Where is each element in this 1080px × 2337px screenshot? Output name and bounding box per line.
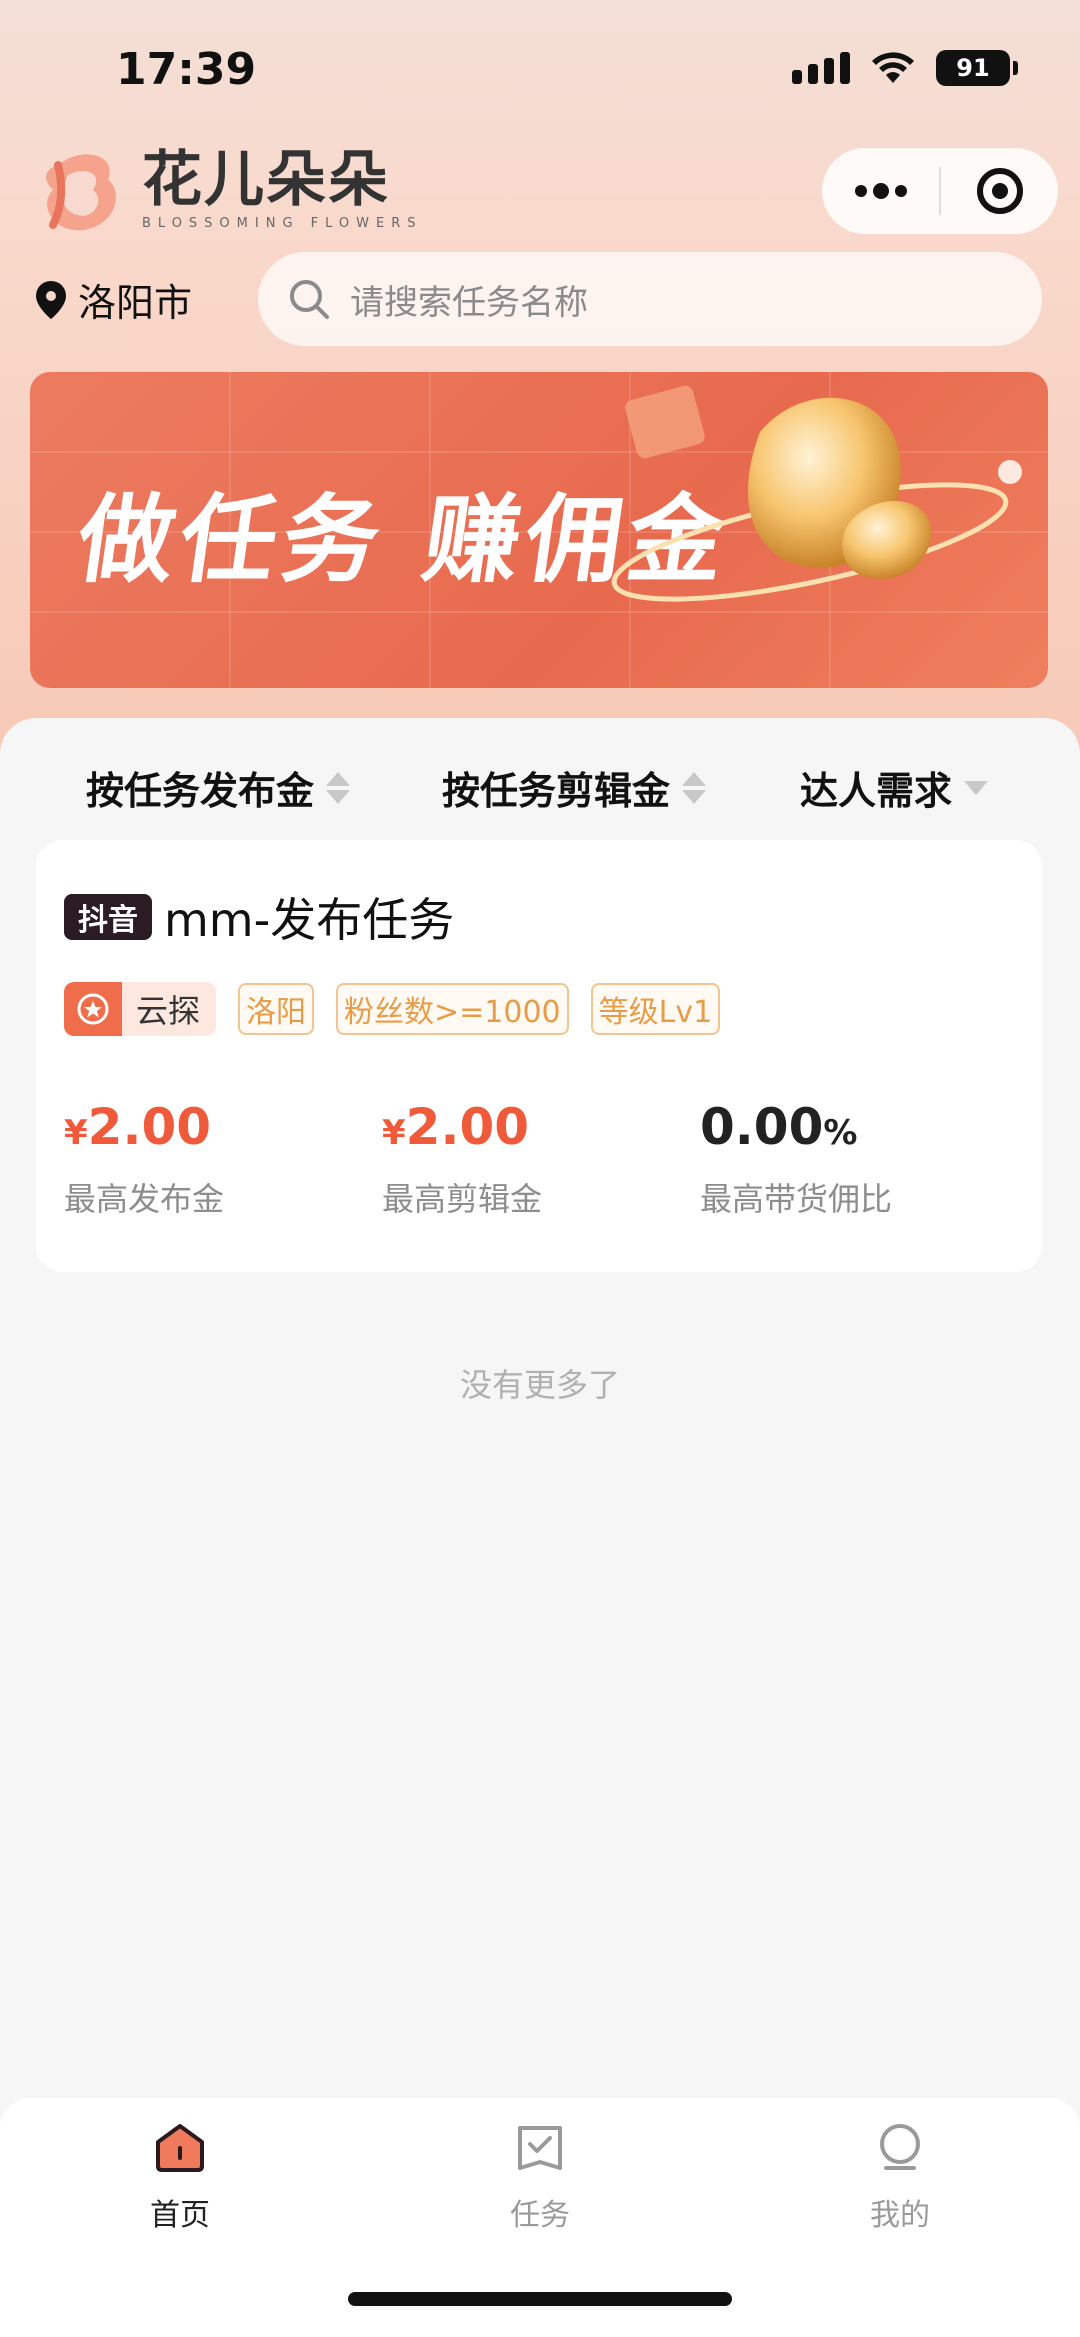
- tag-task-type: 云探: [64, 982, 217, 1036]
- signal-icon: [792, 52, 850, 84]
- stat-value: 2.00: [405, 1098, 530, 1156]
- task-tags: 云探 洛阳 粉丝数>=1000 等级Lv1: [64, 982, 721, 1036]
- platform-badge: 抖音: [64, 894, 152, 940]
- task-stats: ¥2.00 最高发布金 ¥2.00 最高剪辑金 0.00% 最高带货佣比: [64, 1098, 1014, 1248]
- promo-banner[interactable]: 做任务 赚佣金: [30, 372, 1048, 688]
- battery-icon: 91: [936, 50, 1018, 86]
- city-label: 洛阳市: [78, 281, 193, 325]
- task-card[interactable]: 抖音 mm-发布任务 云探 洛阳 粉丝数>=1000 等级Lv1 ¥2.00 最…: [36, 840, 1042, 1272]
- brand-name-en: BLOSSOMING FLOWERS: [142, 215, 423, 231]
- tab-profile[interactable]: 我的: [800, 2122, 1000, 2234]
- filter-label: 按任务剪辑金: [442, 769, 671, 813]
- stat-value: 0.00: [700, 1098, 824, 1156]
- sort-icon: [682, 771, 707, 804]
- stat-label: 最高带货佣比: [700, 1180, 893, 1218]
- tab-home[interactable]: 首页: [80, 2122, 280, 2234]
- tag-task-type-label: 云探: [136, 992, 201, 1030]
- stat-label: 最高剪辑金: [382, 1180, 543, 1218]
- filter-creator-requirement[interactable]: 达人需求: [800, 760, 989, 815]
- tab-label: 我的: [870, 2198, 930, 2233]
- tag-city: 洛阳: [238, 983, 315, 1035]
- close-miniprogram-button[interactable]: [941, 148, 1058, 234]
- stat-edit-reward: ¥2.00 最高剪辑金: [382, 1098, 542, 1220]
- logo-petal-icon: [46, 154, 116, 231]
- percent-unit: %: [823, 1113, 858, 1153]
- filter-publish-reward[interactable]: 按任务发布金: [86, 760, 351, 815]
- filter-edit-reward[interactable]: 按任务剪辑金: [442, 760, 707, 815]
- location-selector[interactable]: 洛阳市: [36, 272, 192, 327]
- stat-publish-reward: ¥2.00 最高发布金: [64, 1098, 224, 1220]
- dropdown-icon: [964, 780, 989, 795]
- tab-label: 任务: [510, 2198, 570, 2233]
- list-end-text: 没有更多了: [459, 1366, 620, 1404]
- currency-symbol: ¥: [64, 1113, 88, 1153]
- brand-logo: 花儿朵朵 BLOSSOMING FLOWERS: [38, 145, 423, 235]
- more-button[interactable]: [822, 148, 939, 234]
- search-input[interactable]: 请搜索任务名称: [258, 252, 1042, 346]
- battery-level: 91: [956, 54, 990, 82]
- task-title: mm-发布任务: [164, 893, 455, 947]
- location-pin-icon: [36, 280, 66, 319]
- filter-label: 按任务发布金: [86, 769, 315, 813]
- home-indicator: [348, 2292, 732, 2306]
- search-icon: [290, 280, 329, 319]
- tag-fans: 粉丝数>=1000: [336, 983, 569, 1035]
- home-icon: [156, 2124, 204, 2172]
- gold-beans-illustration: [611, 385, 1022, 602]
- more-icon: [854, 183, 907, 199]
- tag-level: 等级Lv1: [590, 983, 721, 1035]
- stat-label: 最高发布金: [64, 1180, 225, 1218]
- target-icon: [976, 168, 1023, 214]
- wifi-icon: [872, 52, 914, 83]
- stat-value: 2.00: [87, 1098, 212, 1156]
- medal-icon: [64, 982, 122, 1036]
- tab-label: 首页: [150, 2198, 210, 2233]
- task-check-icon: [518, 2126, 562, 2170]
- miniprogram-capsule: [822, 148, 1058, 234]
- profile-icon: [880, 2124, 920, 2170]
- sort-icon: [326, 771, 351, 804]
- filter-label: 达人需求: [800, 769, 953, 813]
- status-time: 17:39: [116, 44, 257, 95]
- stat-commission-ratio: 0.00% 最高带货佣比: [700, 1098, 892, 1220]
- tab-tasks[interactable]: 任务: [440, 2122, 640, 2234]
- status-indicators: 91: [792, 50, 1018, 86]
- brand-name: 花儿朵朵: [142, 144, 390, 215]
- search-placeholder: 请搜索任务名称: [350, 282, 588, 323]
- currency-symbol: ¥: [382, 1113, 406, 1153]
- filter-bar: 按任务发布金 按任务剪辑金 达人需求: [0, 740, 1080, 840]
